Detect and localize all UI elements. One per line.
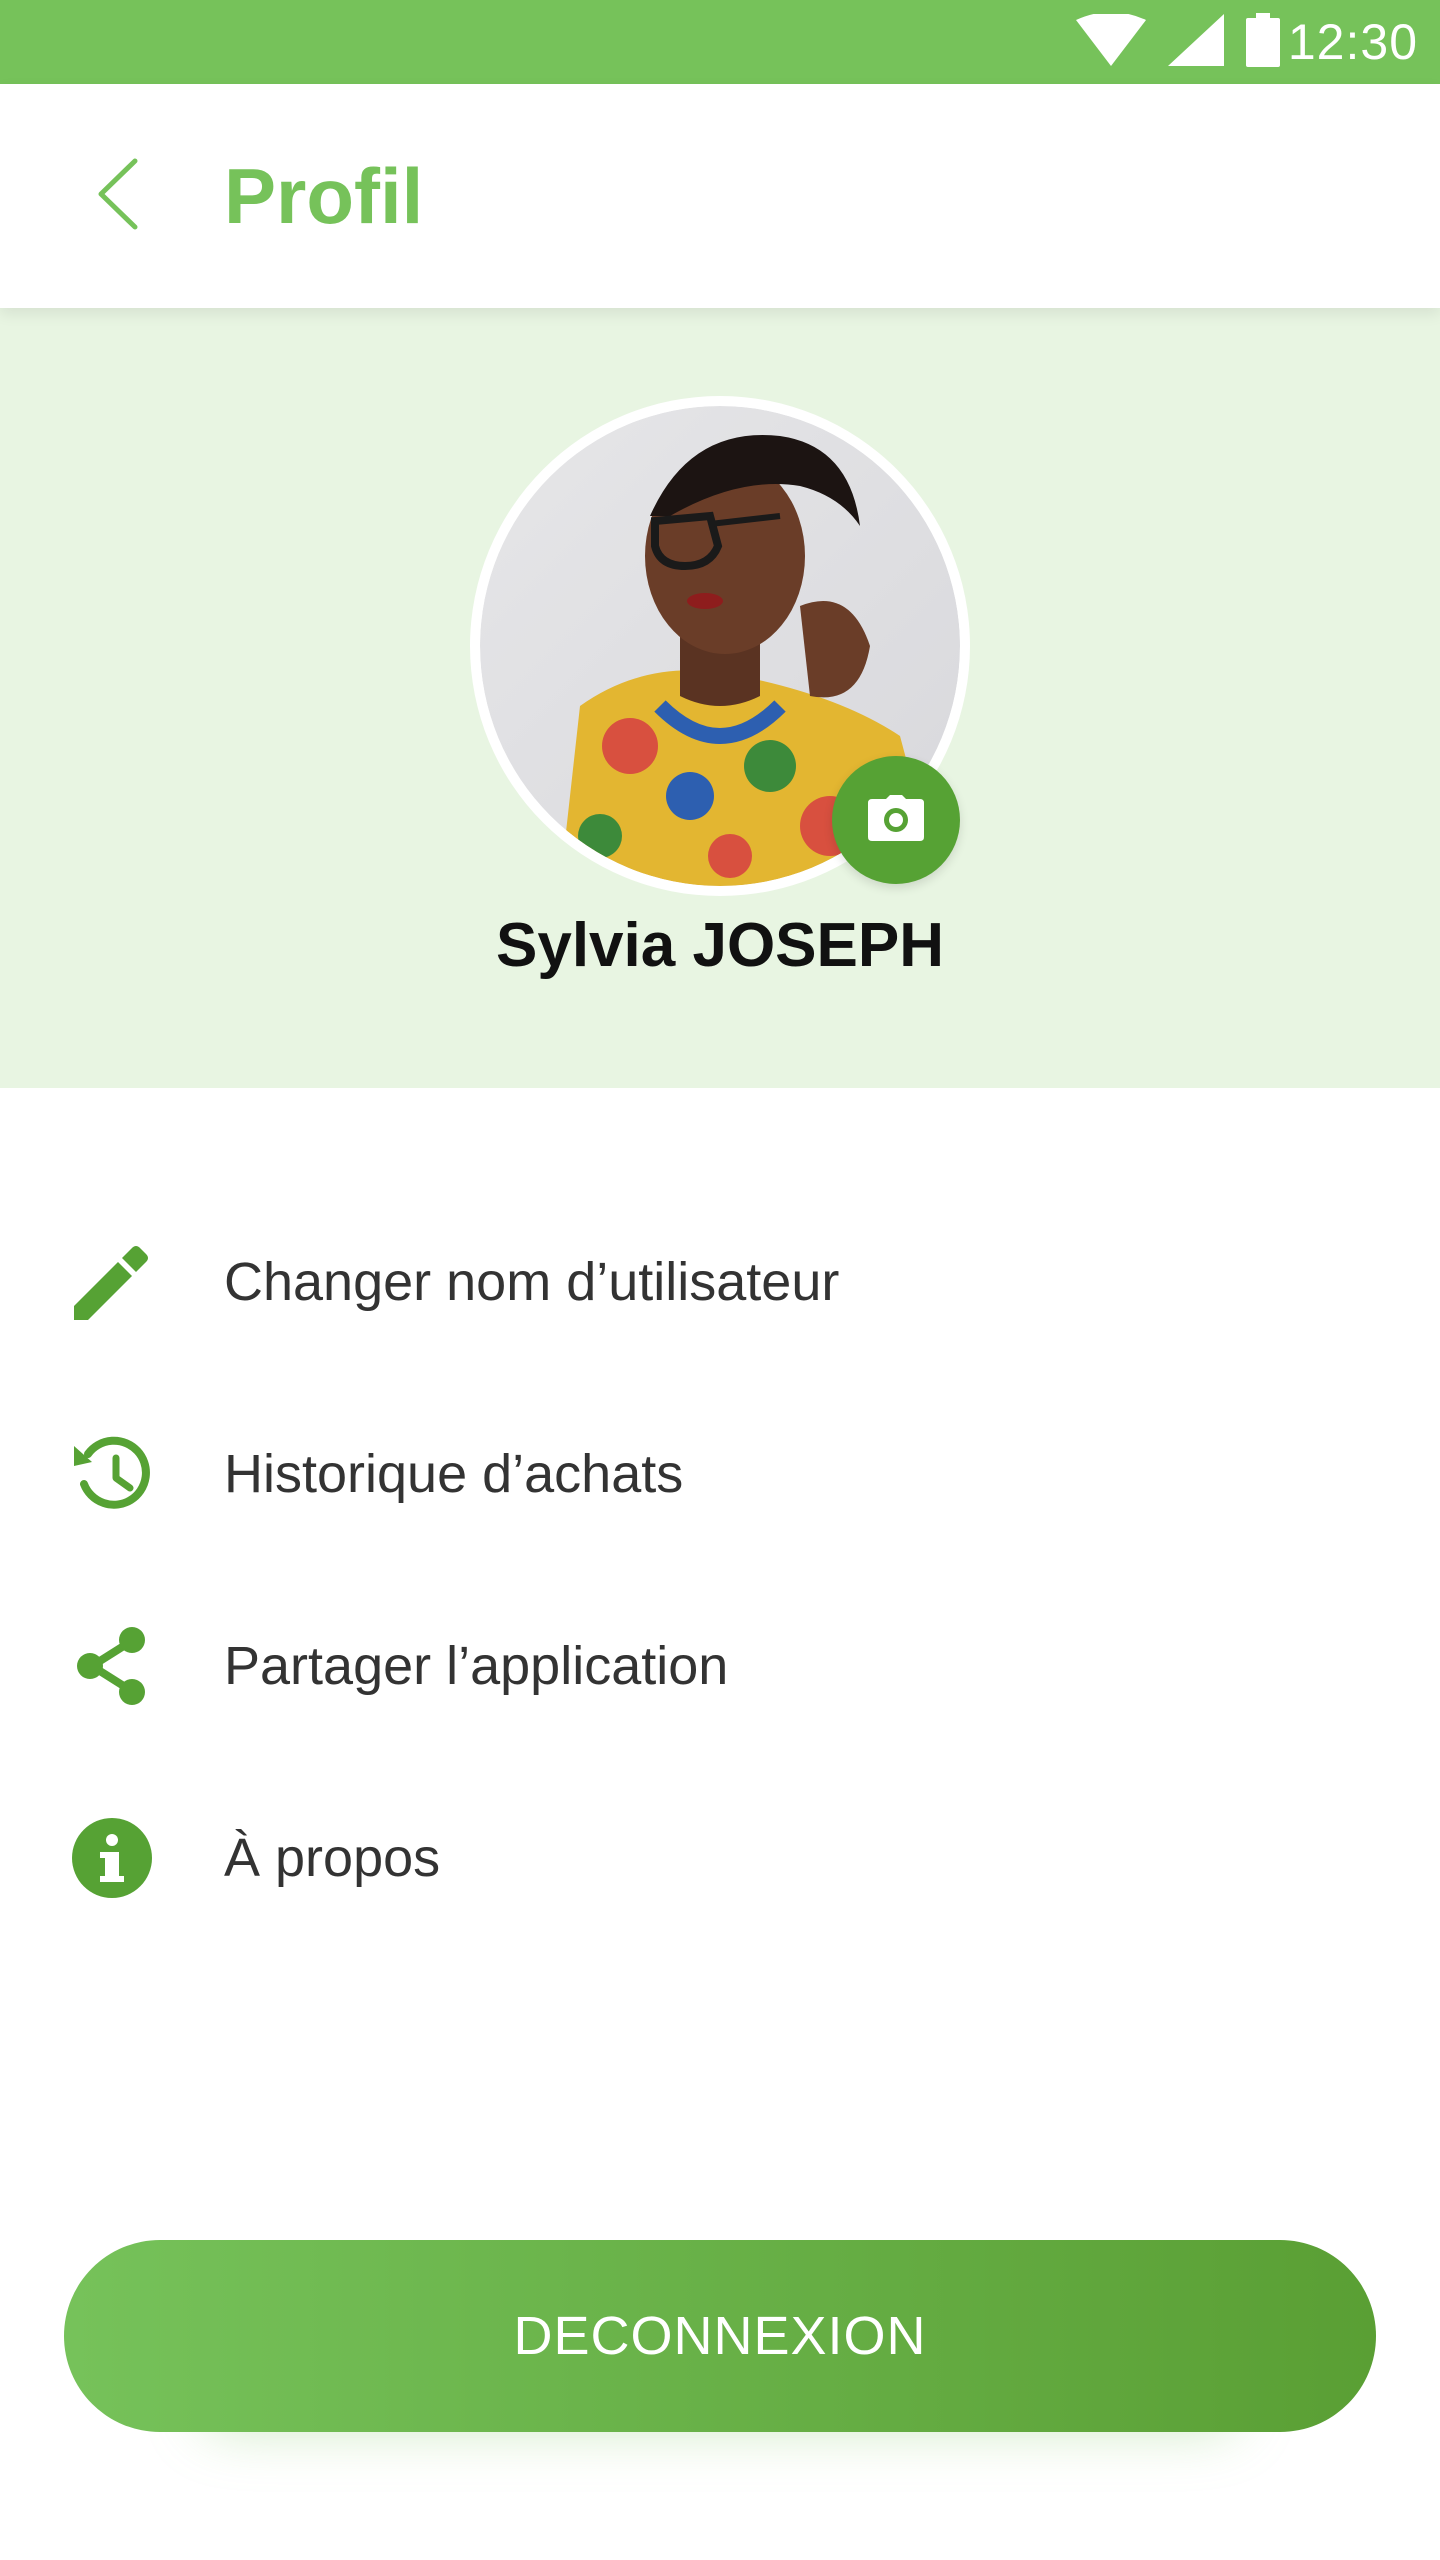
menu-item-label: Changer nom d’utilisateur	[224, 1252, 840, 1312]
logout-label: DECONNEXION	[513, 2306, 927, 2366]
wifi-icon	[1076, 11, 1146, 71]
user-name: Sylvia JOSEPH	[495, 911, 945, 980]
change-photo-button[interactable]	[832, 756, 960, 884]
logout-button[interactable]: DECONNEXION	[64, 2240, 1376, 2432]
battery-icon	[1246, 12, 1280, 72]
status-icons	[1076, 11, 1280, 71]
back-button[interactable]	[78, 154, 158, 238]
profile-header: Sylvia JOSEPH	[0, 308, 1440, 1088]
history-icon	[68, 1430, 156, 1518]
menu-item-about[interactable]: À propos	[0, 1762, 1440, 1954]
share-icon	[68, 1622, 156, 1710]
page-title: Profil	[224, 152, 424, 240]
pencil-icon	[68, 1238, 156, 1326]
cell-signal-icon	[1168, 13, 1224, 71]
menu-item-label: Partager l’application	[224, 1636, 729, 1696]
menu-item-change-username[interactable]: Changer nom d’utilisateur	[0, 1186, 1440, 1378]
menu-item-purchase-history[interactable]: Historique d’achats	[0, 1378, 1440, 1570]
menu-item-label: Historique d’achats	[224, 1444, 684, 1504]
status-bar: 12:30	[0, 0, 1440, 84]
menu-item-share-app[interactable]: Partager l’application	[0, 1570, 1440, 1762]
status-time: 12:30	[1287, 14, 1418, 70]
info-icon	[68, 1814, 156, 1902]
profile-menu: Changer nom d’utilisateur Historique d’a…	[0, 1088, 1440, 1954]
app-bar: Profil	[0, 84, 1440, 308]
chevron-left-icon	[93, 157, 143, 236]
camera-icon	[868, 794, 924, 846]
menu-item-label: À propos	[224, 1828, 441, 1888]
